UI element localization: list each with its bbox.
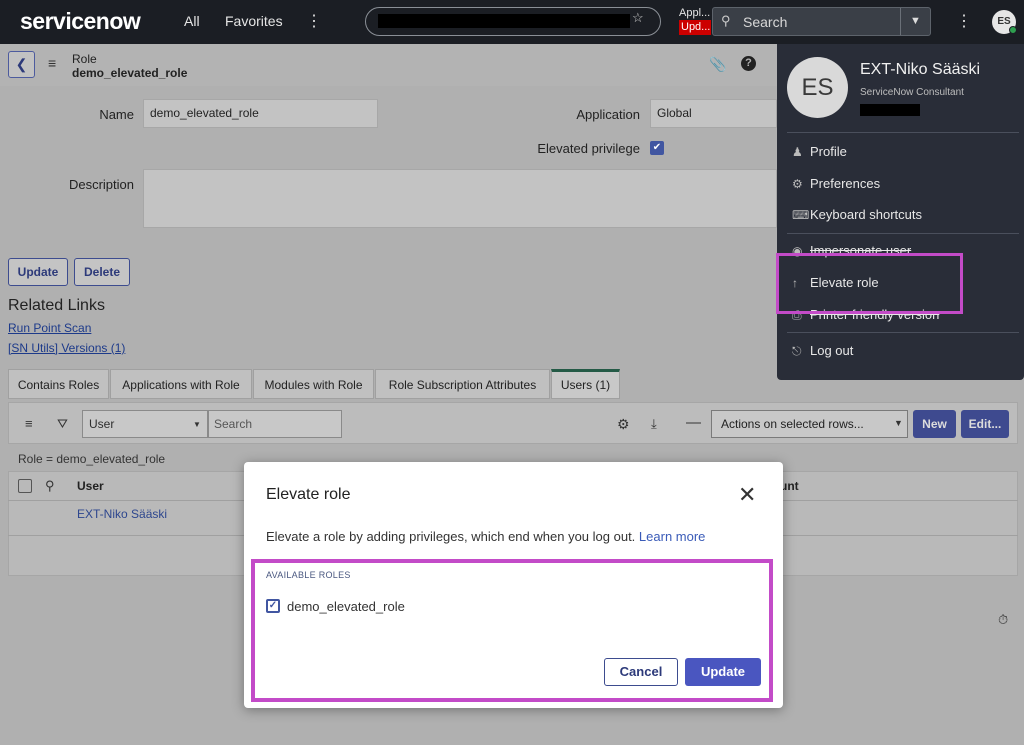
attachment-icon[interactable]: 📎	[709, 56, 726, 73]
user-menu-preferences[interactable]: ⚙ Preferences	[792, 176, 880, 191]
chevron-down-icon: ▼	[894, 418, 903, 428]
user-menu-logout[interactable]: ⎋ Log out	[792, 343, 853, 359]
filter-icon[interactable]: ⛛	[57, 416, 68, 432]
record-name: demo_elevated_role	[72, 66, 188, 80]
run-point-scan-link[interactable]: Run Point Scan	[8, 321, 91, 335]
search-field-select[interactable]: User	[82, 410, 208, 438]
user-menu-avatar: ES	[787, 57, 848, 118]
nav-favorites[interactable]: Favorites	[225, 13, 283, 29]
help-icon[interactable]: ?	[741, 56, 756, 71]
chevron-down-icon: ▼	[193, 420, 201, 429]
keyboard-icon: ⌨	[792, 208, 810, 222]
redacted-text	[860, 104, 920, 116]
related-links-title: Related Links	[8, 297, 105, 314]
user-menu-title: ServiceNow Consultant	[860, 87, 964, 98]
more-options-icon[interactable]: ⋮	[956, 11, 972, 31]
gear-icon: ⚙	[792, 177, 803, 191]
available-roles-label: AVAILABLE ROLES	[266, 570, 351, 580]
divider	[787, 132, 1019, 133]
download-icon[interactable]: ⤓	[651, 416, 657, 432]
divider	[787, 233, 1019, 234]
user-menu-keyboard-shortcuts[interactable]: ⌨Keyboard shortcuts	[792, 207, 922, 222]
redacted-text	[378, 14, 630, 28]
update-button[interactable]: Update	[685, 658, 761, 686]
list-search-input[interactable]: Search	[208, 410, 342, 438]
cancel-button[interactable]: Cancel	[604, 658, 678, 686]
user-menu-name: EXT-Niko Sääski	[860, 61, 981, 78]
select-all-checkbox[interactable]	[18, 479, 32, 493]
application-field[interactable]: Global	[650, 99, 777, 128]
user-menu-item-label: Preferences	[810, 176, 881, 191]
search-icon[interactable]: ⚲	[45, 478, 55, 494]
user-menu-profile[interactable]: ♟ Profile	[792, 144, 847, 159]
column-header-user[interactable]: User	[77, 479, 104, 493]
nav-all[interactable]: All	[184, 13, 200, 29]
edit-button[interactable]: Edit...	[961, 410, 1009, 438]
name-label: Name	[99, 107, 134, 122]
application-label: Application	[576, 107, 640, 122]
list-menu-icon[interactable]: ≡	[25, 416, 33, 431]
response-time-icon[interactable]: ⏱	[998, 612, 1008, 628]
role-option-label[interactable]: demo_elevated_role	[287, 599, 405, 614]
tab-role-subscription-attributes[interactable]: Role Subscription Attributes	[375, 369, 550, 399]
gear-icon[interactable]: ⚙	[617, 416, 630, 433]
user-menu-item-label: Log out	[810, 343, 854, 358]
elevated-privilege-label: Elevated privilege	[537, 141, 640, 156]
record-type: Role	[72, 52, 97, 66]
modal-description-text: Elevate a role by adding privileges, whi…	[266, 529, 636, 544]
form-update-button[interactable]: Update	[8, 258, 68, 286]
star-icon[interactable]: ☆	[632, 10, 644, 26]
modal-description: Elevate a role by adding privileges, whi…	[266, 529, 705, 544]
tab-modules-with-role[interactable]: Modules with Role	[253, 369, 374, 399]
divider	[787, 332, 1019, 333]
name-field[interactable]: demo_elevated_role	[143, 99, 378, 128]
presence-indicator	[1009, 26, 1017, 34]
search-icon: ⚲	[721, 13, 731, 28]
back-button[interactable]: ❮	[8, 51, 35, 78]
logout-icon: ⎋	[792, 344, 802, 358]
chevron-down-icon[interactable]: ▼	[900, 8, 930, 35]
description-label: Description	[68, 177, 134, 192]
learn-more-link[interactable]: Learn more	[639, 529, 705, 544]
table-row-user-link[interactable]: EXT-Niko Sääski	[77, 507, 167, 521]
application-scope-label[interactable]: Appl...	[679, 6, 710, 20]
tab-contains-roles[interactable]: Contains Roles	[8, 369, 109, 399]
role-checkbox[interactable]: ✓	[266, 599, 280, 613]
list-breadcrumb[interactable]: Role = demo_elevated_role	[18, 452, 165, 466]
global-search-placeholder: Search	[743, 14, 788, 30]
user-menu-item-label: Profile	[810, 144, 847, 159]
modal-title: Elevate role	[266, 486, 351, 503]
highlight-annotation	[776, 253, 963, 314]
sn-utils-versions-link[interactable]: [SN Utils] Versions (1)	[8, 341, 125, 355]
new-button[interactable]: New	[913, 410, 956, 438]
update-set-badge[interactable]: Upd...	[679, 20, 711, 35]
servicenow-logo[interactable]: servicenow	[20, 8, 141, 35]
close-icon[interactable]: ✕	[738, 484, 756, 506]
elevated-privilege-checkbox[interactable]: ✔	[650, 141, 664, 155]
person-icon: ♟	[792, 145, 803, 159]
more-options-icon[interactable]: ⋮	[306, 11, 322, 31]
form-delete-button[interactable]: Delete	[74, 258, 130, 286]
collapse-icon[interactable]: —	[686, 414, 701, 431]
tab-users[interactable]: Users (1)	[551, 369, 620, 399]
hamburger-menu-icon[interactable]: ≡	[48, 55, 56, 71]
user-menu-item-label: Keyboard shortcuts	[810, 207, 923, 222]
tab-applications-with-role[interactable]: Applications with Role	[110, 369, 252, 399]
actions-select[interactable]: Actions on selected rows...	[711, 410, 908, 438]
description-field[interactable]	[143, 169, 777, 228]
